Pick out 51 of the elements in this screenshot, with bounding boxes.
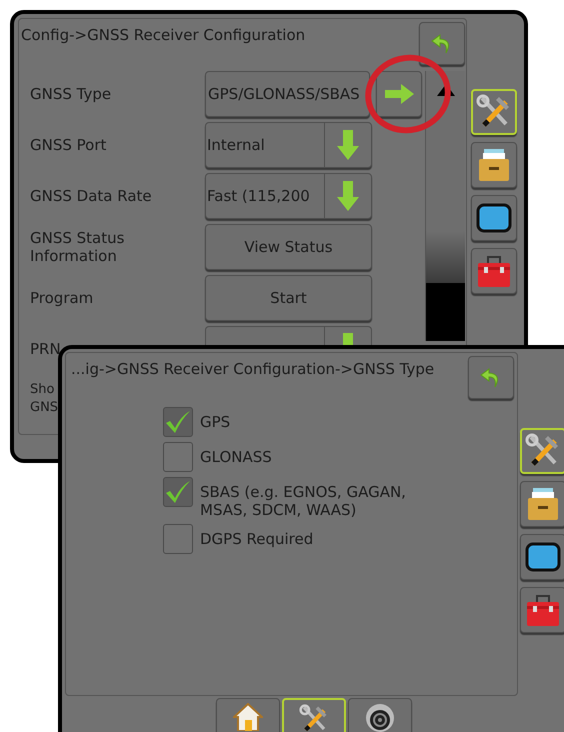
toolbox-icon bbox=[476, 253, 512, 289]
setting-label: GNS bbox=[30, 399, 58, 417]
checkbox[interactable] bbox=[163, 442, 193, 472]
bottom-tab[interactable] bbox=[348, 698, 412, 732]
setting-label: GNSS Port bbox=[30, 136, 108, 154]
scrollbar[interactable] bbox=[425, 71, 465, 341]
setting-label: PRN bbox=[30, 340, 62, 358]
value-field: GPS/GLONASS/SBAS bbox=[205, 71, 370, 117]
home-icon bbox=[233, 703, 263, 731]
checkbox[interactable] bbox=[163, 407, 193, 437]
action-button[interactable]: Start bbox=[205, 275, 372, 321]
dropdown-field[interactable]: Fast (115,200 bbox=[205, 173, 372, 219]
next-button[interactable] bbox=[376, 71, 422, 117]
drawer-icon bbox=[525, 486, 561, 522]
side-tab[interactable] bbox=[471, 248, 517, 294]
side-tab[interactable] bbox=[520, 534, 564, 580]
setting-label: GNSS Data Rate bbox=[30, 187, 153, 205]
action-button[interactable]: View Status bbox=[205, 224, 372, 270]
screen-icon bbox=[525, 542, 561, 572]
side-tab[interactable] bbox=[520, 481, 564, 527]
side-tab[interactable] bbox=[471, 195, 517, 241]
toolbox-icon bbox=[525, 592, 561, 628]
down-arrow-icon bbox=[336, 180, 360, 212]
drawer-icon bbox=[476, 147, 512, 183]
bottom-tab[interactable] bbox=[216, 698, 280, 732]
checkmark-icon bbox=[165, 480, 191, 504]
side-tab[interactable] bbox=[520, 587, 564, 633]
screen-icon bbox=[476, 203, 512, 233]
option-label: DGPS Required bbox=[200, 529, 314, 548]
right-arrow-icon bbox=[383, 83, 415, 105]
checkmark-icon bbox=[165, 410, 191, 434]
setting-label: Sho bbox=[30, 381, 54, 399]
down-arrow-icon bbox=[336, 129, 360, 161]
dropdown-field[interactable]: Internal bbox=[205, 122, 372, 168]
arrow-shaft-icon bbox=[343, 333, 353, 345]
option-label: SBAS (e.g. EGNOS, GAGAN, MSAS, SDCM, WAAS) bbox=[200, 482, 407, 519]
checkbox[interactable] bbox=[163, 477, 193, 507]
setting-label: Program bbox=[30, 289, 94, 307]
checkbox[interactable] bbox=[163, 524, 193, 554]
camera-icon bbox=[365, 703, 395, 732]
side-tab[interactable] bbox=[471, 142, 517, 188]
breadcrumb-title: ...ig->GNSS Receiver Configuration->GNSS Type bbox=[70, 359, 434, 378]
option-label: GPS bbox=[200, 412, 232, 431]
setting-label: GNSS Status Information bbox=[30, 229, 126, 265]
setting-label: GNSS Type bbox=[30, 85, 112, 103]
option-label: GLONASS bbox=[200, 447, 273, 466]
scroll-thumb[interactable] bbox=[426, 283, 465, 341]
back-button[interactable] bbox=[419, 22, 465, 65]
breadcrumb-title: Config->GNSS Receiver Configuration bbox=[20, 25, 306, 44]
dropdown-field[interactable] bbox=[205, 326, 372, 345]
back-button[interactable] bbox=[468, 356, 514, 399]
